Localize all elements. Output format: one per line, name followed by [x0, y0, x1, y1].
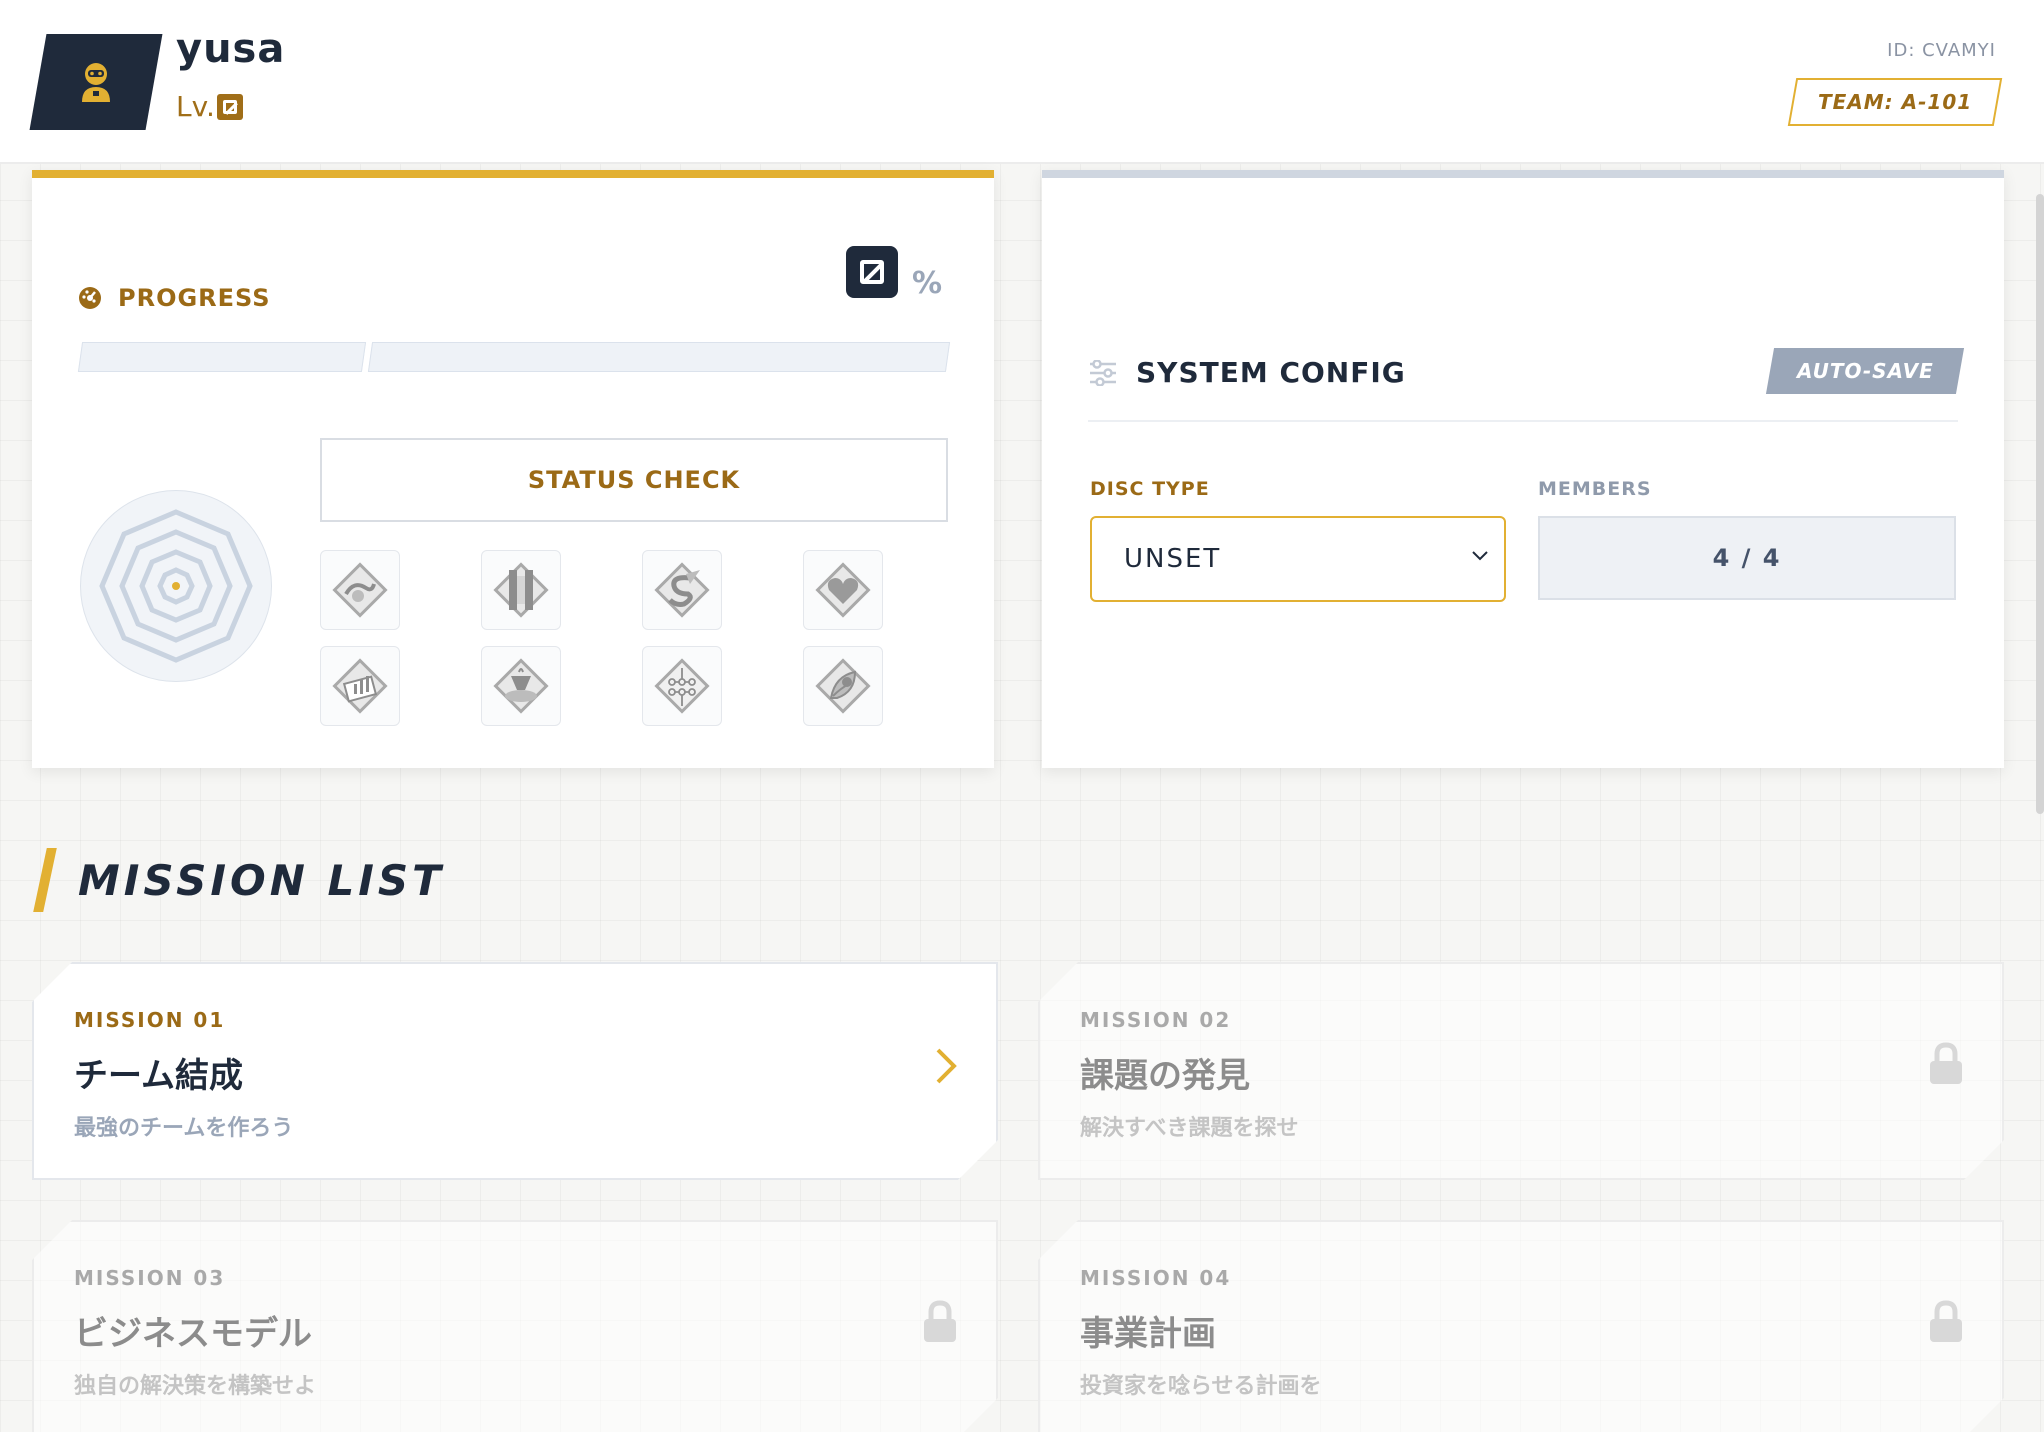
divider [1088, 420, 1958, 422]
system-config-card: SYSTEM CONFIG AUTO-SAVE DISC TYPE MEMBER… [1042, 170, 2004, 768]
scrollbar[interactable] [2036, 194, 2044, 814]
wave-badge-icon[interactable] [320, 550, 400, 630]
config-title: SYSTEM CONFIG [1088, 356, 1406, 389]
disc-type-value: UNSET [1124, 544, 1222, 574]
circuit-badge-icon[interactable] [642, 646, 722, 726]
members-count: 4 / 4 [1538, 516, 1956, 600]
gauge-icon [79, 287, 101, 309]
mission-number: MISSION 01 [74, 1008, 226, 1032]
autosave-label: AUTO-SAVE [1796, 359, 1934, 383]
mission-title: 課題の発見 [1080, 1056, 1250, 1096]
cup-badge-icon[interactable] [481, 646, 561, 726]
badge-grid [320, 550, 948, 726]
mission-number: MISSION 04 [1080, 1266, 1232, 1290]
progress-bar-segment [367, 342, 951, 372]
mission-card-01[interactable]: MISSION 01 チーム結成 最強のチームを作ろう [32, 962, 998, 1180]
mission-subtitle: 独自の解決策を構築せよ [74, 1374, 317, 1399]
avatar[interactable] [29, 34, 163, 130]
mission-title: ビジネスモデル [74, 1314, 312, 1354]
lock-icon [1928, 1300, 1964, 1344]
level-indicator: Lv. [176, 90, 243, 123]
lock-icon [922, 1300, 958, 1344]
user-id: ID: CVAMYI [1887, 40, 1996, 61]
team-badge: TEAM: A-101 [1787, 78, 2003, 126]
status-check-button[interactable]: STATUS CHECK [320, 438, 948, 522]
percent-sign: % [912, 266, 943, 301]
radar-chart [80, 490, 272, 682]
chart-badge-icon[interactable] [320, 646, 400, 726]
level-empty-icon [216, 93, 243, 120]
lock-icon [1928, 1042, 1964, 1086]
mission-subtitle: 最強のチームを作ろう [74, 1116, 294, 1141]
autosave-badge: AUTO-SAVE [1765, 348, 1965, 394]
mission-subtitle: 投資家を唸らせる計画を [1080, 1374, 1322, 1399]
disc-type-label: DISC TYPE [1090, 478, 1210, 500]
chevron-down-icon [1472, 551, 1488, 561]
letter-s-badge-icon[interactable] [642, 550, 722, 630]
chevron-right-icon [932, 1044, 960, 1088]
config-title-text: SYSTEM CONFIG [1136, 356, 1406, 389]
percent-empty-icon [846, 246, 898, 298]
heading-accent-bar [33, 848, 57, 912]
sliders-icon [1090, 359, 1116, 386]
progress-card: PROGRESS % STATUS CHECK [32, 170, 994, 768]
level-prefix: Lv. [176, 90, 215, 123]
header: yusa Lv. ID: CVAMYI TEAM: A-101 [0, 0, 2044, 164]
mission-card-02[interactable]: MISSION 02 課題の発見 解決すべき課題を探せ [1038, 962, 2004, 1180]
mission-number: MISSION 03 [74, 1266, 226, 1290]
leaf-badge-icon[interactable] [803, 646, 883, 726]
heart-badge-icon[interactable] [803, 550, 883, 630]
mission-list-title: MISSION LIST [78, 855, 445, 905]
mission-title: チーム結成 [74, 1056, 243, 1096]
disc-type-select[interactable]: UNSET [1090, 516, 1506, 602]
progress-bar [77, 342, 951, 372]
pillar-badge-icon[interactable] [481, 550, 561, 630]
team-label: TEAM: A-101 [1817, 90, 1973, 114]
robot-icon [82, 63, 110, 102]
progress-title: PROGRESS [78, 284, 271, 312]
progress-title-text: PROGRESS [118, 284, 271, 312]
mission-subtitle: 解決すべき課題を探せ [1080, 1116, 1299, 1141]
mission-number: MISSION 02 [1080, 1008, 1232, 1032]
radar-octagon-icon [99, 509, 253, 663]
mission-card-04[interactable]: MISSION 04 事業計画 投資家を唸らせる計画を [1038, 1220, 2004, 1432]
progress-bar-segment [77, 342, 367, 372]
mission-title: 事業計画 [1080, 1314, 1216, 1354]
members-label: MEMBERS [1538, 478, 1652, 500]
mission-list-heading: MISSION LIST [33, 848, 445, 912]
mission-card-03[interactable]: MISSION 03 ビジネスモデル 独自の解決策を構築せよ [32, 1220, 998, 1432]
username: yusa [176, 26, 286, 72]
